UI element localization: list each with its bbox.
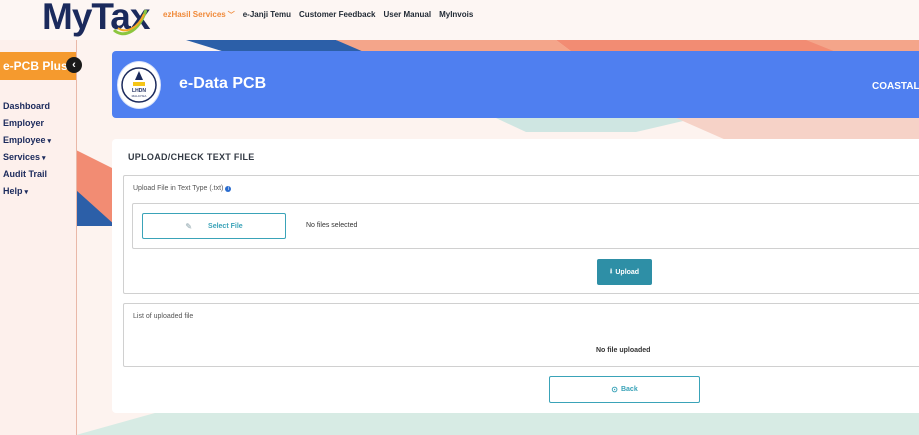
back-button[interactable]: ⊙ Back	[549, 376, 700, 403]
chevron-down-icon: ﹀	[227, 12, 235, 19]
upload-label: Upload File in Text Type (.txt) i	[133, 185, 232, 192]
sidebar-item-audit-trail[interactable]: Audit Trail	[3, 166, 51, 183]
no-uploaded-text: No file uploaded	[596, 347, 651, 354]
emblem-subtext: MALAYSIA	[132, 94, 147, 98]
logo-swoosh-icon	[112, 9, 148, 36]
upload-label: Upload	[615, 268, 640, 276]
paperclip-icon: ✎	[185, 221, 193, 231]
nav-user-manual[interactable]: User Manual	[384, 10, 432, 20]
info-icon[interactable]: i	[225, 186, 232, 192]
top-navbar: MyTax ezHasil Services ﹀ e-Janji Temu Cus…	[0, 0, 919, 40]
uploaded-list-label: List of uploaded file	[133, 313, 194, 320]
nav-customer-feedback[interactable]: Customer Feedback	[299, 10, 375, 20]
nav-myinvois[interactable]: MyInvois	[439, 10, 473, 20]
sidebar-brand: e-PCB Plus	[0, 52, 76, 80]
sidebar-menu: Dashboard Employer Employee ▾ Services ▾ A…	[3, 98, 51, 200]
caret-down-icon: ▾	[24, 189, 29, 196]
select-file-label: Select File	[208, 222, 243, 230]
uploaded-list-panel	[123, 303, 919, 367]
company-name: COASTAL	[872, 81, 919, 92]
lhdn-emblem: LHDN MALAYSIA	[117, 61, 161, 109]
back-label: Back	[620, 386, 638, 393]
main-nav: ezHasil Services ﹀ e-Janji Temu Customer …	[163, 10, 473, 20]
nav-ezhasil-services[interactable]: ezHasil Services ﹀	[163, 10, 235, 20]
page-title: e-Data PCB	[179, 75, 267, 92]
sidebar-item-employee[interactable]: Employee ▾	[3, 132, 51, 149]
sidebar-item-services[interactable]: Services ▾	[3, 149, 51, 166]
sidebar-item-employer[interactable]: Employer	[3, 115, 51, 132]
upload-icon: ⭳	[609, 267, 613, 275]
back-circle-icon: ⊙	[611, 385, 618, 394]
caret-down-icon: ▾	[42, 155, 46, 162]
upload-button[interactable]: ⭳ Upload	[597, 259, 652, 285]
caret-down-icon: ▾	[47, 138, 52, 145]
sidebar-item-dashboard[interactable]: Dashboard	[3, 98, 51, 115]
nav-e-janji-temu[interactable]: e-Janji Temu	[243, 10, 291, 20]
select-file-button[interactable]: ✎ Select File	[142, 213, 286, 239]
sidebar-item-help[interactable]: Help ▾	[3, 183, 51, 200]
card-title: UPLOAD/CHECK TEXT FILE	[128, 152, 255, 162]
no-files-text: No files selected	[306, 222, 358, 229]
collapse-sidebar-icon[interactable]: ‹	[66, 57, 82, 73]
mytax-logo[interactable]: MyTax	[42, 0, 150, 40]
